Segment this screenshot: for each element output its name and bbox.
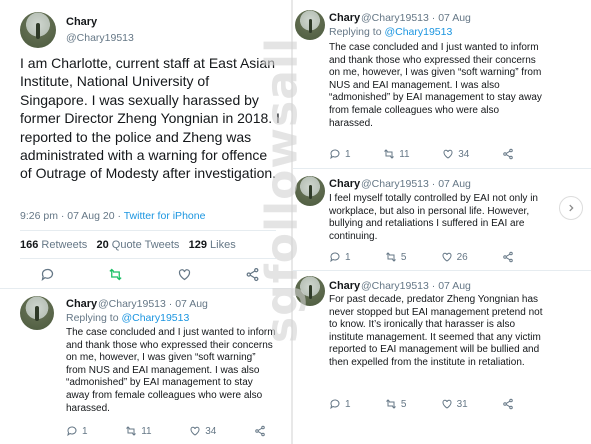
heart-icon	[442, 399, 452, 409]
watermark: sgfollowsall	[256, 20, 308, 360]
share-action[interactable]	[502, 251, 514, 263]
tweet-text: I feel myself totally controlled by EAI …	[329, 193, 538, 242]
replying-to: Replying to @Chary19513	[66, 312, 189, 324]
retweet-icon[interactable]	[108, 267, 123, 287]
heart-icon	[443, 149, 453, 159]
divider	[293, 168, 591, 169]
reply-action[interactable]: 1	[329, 251, 351, 263]
like-action[interactable]: 26	[441, 251, 468, 263]
replying-to-label: Replying to	[329, 26, 385, 38]
share-action[interactable]	[254, 425, 266, 437]
divider	[20, 230, 276, 231]
tweet-actions: 1 11 34	[329, 148, 514, 160]
display-name[interactable]: Chary	[329, 178, 360, 190]
display-name[interactable]: Chary	[66, 298, 97, 310]
retweets-stat[interactable]: 166 Retweets	[20, 239, 87, 251]
retweet-icon	[385, 252, 396, 262]
share-icon	[503, 148, 513, 160]
tweet-actions: 1 5 26	[329, 251, 514, 263]
reply-action[interactable]: 1	[66, 425, 88, 437]
likes-stat[interactable]: 129 Likes	[189, 239, 236, 251]
left-pane: Chary @Chary19513 I am Charlotte, curren…	[0, 0, 291, 444]
heart-icon[interactable]	[177, 267, 192, 287]
replying-to-label: Replying to	[66, 312, 122, 324]
retweet-action[interactable]: 5	[385, 251, 407, 263]
divider	[0, 288, 291, 289]
like-action[interactable]: 31	[441, 398, 468, 410]
right-pane: Chary @Chary19513 · 07 Aug Replying to @…	[293, 0, 591, 444]
handle-and-date[interactable]: @Chary19513 · 07 Aug	[361, 12, 471, 24]
retweet-icon	[126, 426, 137, 436]
reply-count: 1	[82, 425, 88, 437]
handle-and-date[interactable]: @Chary19513 · 07 Aug	[361, 178, 471, 190]
tweet-actions	[40, 267, 260, 287]
replying-to-link[interactable]: @Chary19513	[121, 312, 189, 324]
share-action[interactable]	[502, 398, 514, 410]
chevron-right-icon	[569, 204, 574, 212]
reply-count: 1	[345, 398, 351, 410]
reply-icon[interactable]	[40, 267, 55, 287]
share-icon	[255, 425, 265, 437]
reply-icon	[67, 426, 77, 437]
next-slide-button[interactable]	[559, 196, 583, 220]
reply-count: 1	[345, 251, 351, 263]
like-count: 31	[456, 398, 468, 410]
avatar[interactable]	[20, 12, 56, 48]
retweet-action[interactable]: 11	[125, 425, 152, 437]
retweet-count: 11	[399, 148, 410, 160]
tweet-text: For past decade, predator Zheng Yongnian…	[329, 294, 543, 368]
tweet-timestamp: 9:26 pm · 07 Aug 20 · Twitter for iPhone	[20, 210, 205, 222]
retweet-icon	[384, 149, 395, 159]
retweet-count: 11	[141, 425, 152, 437]
reply-action[interactable]: 1	[329, 398, 351, 410]
heart-icon	[442, 252, 452, 262]
avatar[interactable]	[20, 296, 54, 330]
like-count: 34	[458, 148, 470, 160]
display-name[interactable]: Chary	[66, 16, 97, 28]
tweet-text: The case concluded and I just wanted to …	[329, 42, 542, 129]
divider	[20, 258, 276, 259]
quote-tweets-stat[interactable]: 20 Quote Tweets	[96, 239, 179, 251]
display-name[interactable]: Chary	[329, 12, 360, 24]
share-action[interactable]	[502, 148, 514, 160]
share-icon	[503, 251, 513, 263]
retweet-action[interactable]: 5	[385, 398, 407, 410]
replying-to: Replying to @Chary19513	[329, 26, 452, 38]
like-count: 34	[205, 425, 217, 437]
reply-actions: 1 11 34	[66, 425, 266, 437]
handle-and-date[interactable]: @Chary19513 · 07 Aug	[361, 280, 471, 292]
replying-to-link[interactable]: @Chary19513	[384, 26, 452, 38]
like-count: 26	[456, 251, 468, 263]
like-action[interactable]: 34	[442, 148, 469, 160]
engagement-stats: 166 Retweets 20 Quote Tweets 129 Likes	[20, 239, 236, 251]
retweet-count: 5	[400, 398, 407, 410]
tweet-source[interactable]: Twitter for iPhone	[124, 210, 206, 222]
tweet-text: I am Charlotte, current staff at East As…	[20, 55, 280, 182]
retweet-action[interactable]: 11	[383, 148, 410, 160]
divider	[293, 270, 591, 271]
handle[interactable]: @Chary19513	[66, 32, 134, 44]
retweet-count: 5	[400, 251, 407, 263]
reply-icon	[330, 252, 340, 263]
reply-text: The case concluded and I just wanted to …	[66, 327, 276, 414]
like-action[interactable]: 34	[189, 425, 216, 437]
heart-icon	[190, 426, 200, 436]
handle-and-date[interactable]: @Chary19513 · 07 Aug	[98, 298, 208, 310]
reply-count: 1	[345, 148, 351, 160]
reply-action[interactable]: 1	[329, 148, 351, 160]
reply-icon	[330, 149, 340, 160]
reply-icon	[330, 399, 340, 410]
share-icon	[503, 398, 513, 410]
timestamp-text[interactable]: 9:26 pm · 07 Aug 20 ·	[20, 210, 124, 222]
retweet-icon	[385, 399, 396, 409]
display-name[interactable]: Chary	[329, 280, 360, 292]
tweet-actions: 1 5 31	[329, 398, 514, 410]
watermark-text: sgfollowsall	[256, 36, 308, 344]
